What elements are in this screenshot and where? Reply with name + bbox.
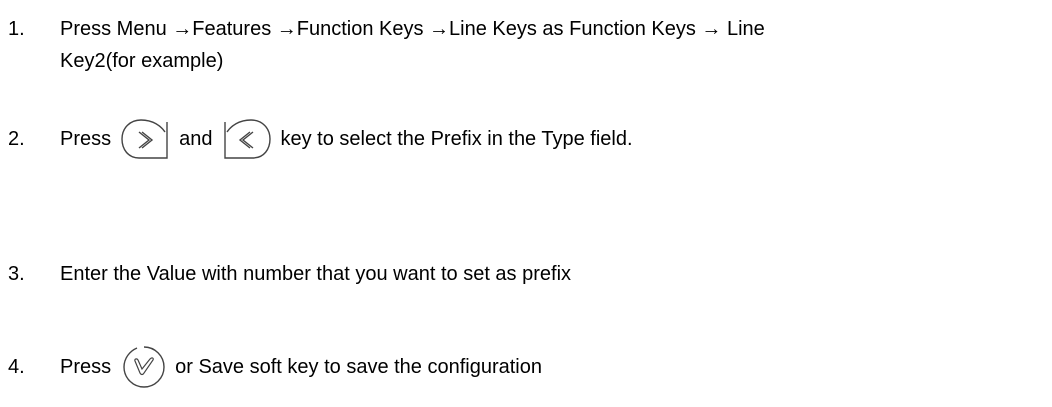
step-number: 3.: [8, 263, 25, 285]
step-text-and: and: [179, 128, 213, 150]
step-number: 2.: [8, 128, 25, 150]
step-text: Enter the Value with number that you wan…: [60, 263, 572, 285]
step-text-press: Press: [60, 356, 112, 378]
step-text-press: Press: [60, 128, 112, 150]
step-number: 4.: [8, 356, 25, 378]
step-number: 1.: [8, 18, 25, 40]
step-text-line-2: Key2(for example): [60, 50, 224, 72]
step-text: Press and key to select the Prefix in th…: [60, 114, 633, 164]
step-text: Press Menu →Features →Function Keys →Lin…: [60, 13, 765, 77]
right-arrow-key-icon: [119, 116, 171, 162]
step-text-line-1: Press Menu →Features →Function Keys →Lin…: [60, 18, 765, 40]
ok-check-key-icon: [119, 343, 169, 391]
step-text: Press or Save soft key to save the confi…: [60, 342, 542, 392]
step-text-rest: or Save soft key to save the configurati…: [175, 356, 542, 378]
left-arrow-key-icon: [221, 116, 273, 162]
step-text-rest: key to select the Prefix in the Type fie…: [280, 128, 633, 150]
